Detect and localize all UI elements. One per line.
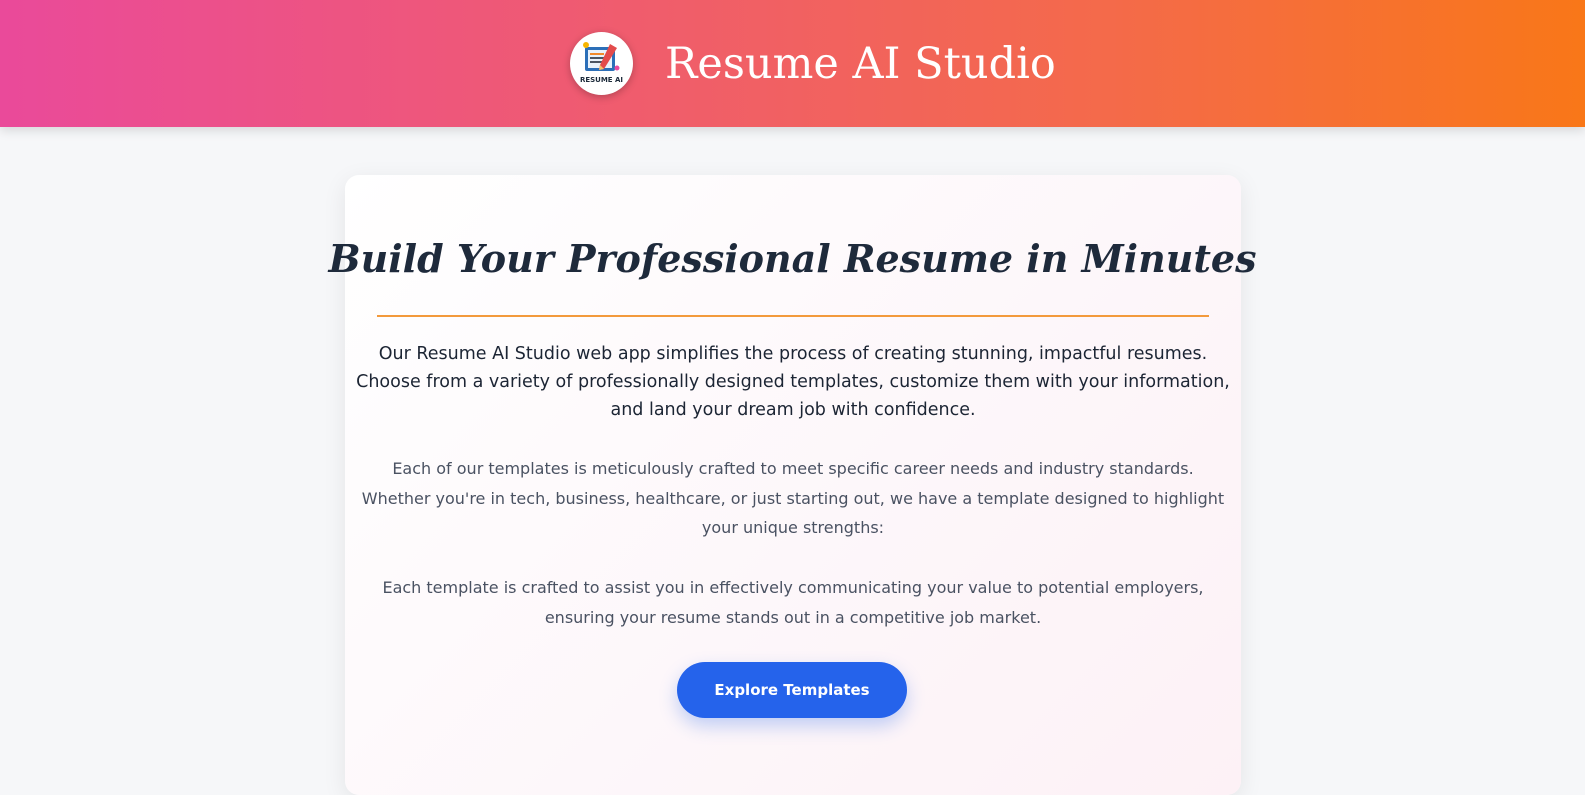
site-title: Resume AI Studio <box>665 39 1056 89</box>
intro-text: Our Resume AI Studio web app simplifies … <box>356 344 1230 420</box>
site-header: RESUME AI Resume AI Studio <box>0 0 1585 127</box>
logo-caption: RESUME AI <box>579 76 624 84</box>
resume-ai-logo[interactable]: RESUME AI <box>570 32 633 95</box>
explore-templates-button[interactable]: Explore Templates <box>677 662 907 718</box>
heading-divider <box>377 315 1209 317</box>
templates-value-text: Each template is crafted to assist you i… <box>382 578 1204 627</box>
hero-heading: Build Your Professional Resume in Minute… <box>328 236 1257 281</box>
templates-description: Each of our templates is meticulously cr… <box>361 459 1225 537</box>
logo-illustration-icon <box>583 42 620 71</box>
